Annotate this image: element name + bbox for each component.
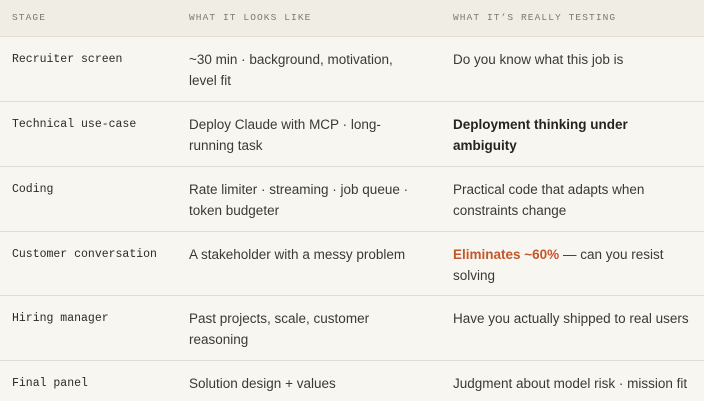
stage-cell: Technical use-case bbox=[12, 117, 137, 131]
interview-stages-table: STAGE WHAT IT LOOKS LIKE WHAT IT’S REALL… bbox=[0, 0, 704, 399]
testing-cell: Eliminates ~60% — can you resist solving bbox=[441, 231, 704, 295]
stage-cell: Recruiter screen bbox=[12, 52, 123, 66]
table-row: Customer conversation A stakeholder with… bbox=[0, 231, 704, 295]
testing-cell: Practical code that adapts when constrai… bbox=[453, 181, 645, 218]
looks-like-cell: Solution design + values bbox=[189, 375, 336, 391]
stage-cell: Coding bbox=[12, 182, 54, 196]
stage-cell: Final panel bbox=[12, 376, 88, 390]
testing-cell: Have you actually shipped to real users bbox=[453, 310, 689, 326]
looks-like-cell: Deploy Claude with MCP · long-running ta… bbox=[189, 116, 381, 153]
header-stage: STAGE bbox=[12, 12, 47, 24]
table-header: STAGE WHAT IT LOOKS LIKE WHAT IT’S REALL… bbox=[0, 0, 704, 36]
stage-cell: Hiring manager bbox=[12, 311, 109, 325]
testing-cell: Do you know what this job is bbox=[453, 51, 624, 67]
looks-like-cell: Rate limiter · streaming · job queue · t… bbox=[189, 181, 409, 218]
elimination-highlight: Eliminates ~60% bbox=[453, 246, 560, 262]
stage-cell: Customer conversation bbox=[12, 247, 157, 261]
table-row: Recruiter screen ~30 min · background, m… bbox=[0, 36, 704, 101]
looks-like-cell: Past projects, scale, customer reasoning bbox=[189, 310, 370, 347]
table-row: Coding Rate limiter · streaming · job qu… bbox=[0, 166, 704, 231]
table-body: Recruiter screen ~30 min · background, m… bbox=[0, 36, 704, 399]
header-really-testing: WHAT IT’S REALLY TESTING bbox=[453, 12, 617, 24]
testing-cell-emphasized: Deployment thinking under ambiguity bbox=[453, 116, 628, 153]
looks-like-cell: ~30 min · background, motivation, level … bbox=[189, 51, 393, 88]
table-row: Final panel Solution design + values Jud… bbox=[0, 360, 704, 399]
table-row: Technical use-case Deploy Claude with MC… bbox=[0, 101, 704, 166]
testing-cell: Judgment about model risk · mission fit bbox=[453, 375, 688, 391]
table-row: Hiring manager Past projects, scale, cus… bbox=[0, 295, 704, 360]
header-row: STAGE WHAT IT LOOKS LIKE WHAT IT’S REALL… bbox=[0, 0, 704, 36]
header-looks-like: WHAT IT LOOKS LIKE bbox=[189, 12, 312, 24]
looks-like-cell: A stakeholder with a messy problem bbox=[189, 246, 406, 262]
